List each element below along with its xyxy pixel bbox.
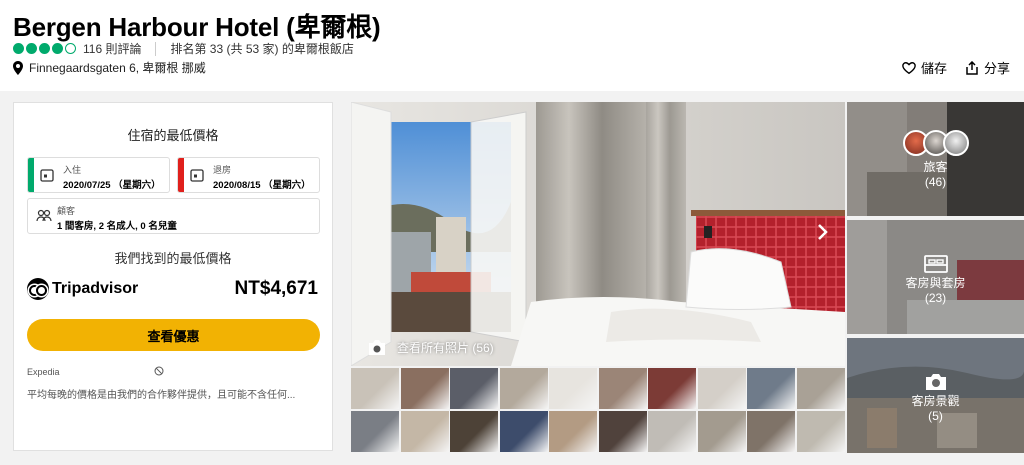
rooms-suites-count: (23) — [924, 291, 947, 305]
photo-thumbnail[interactable] — [796, 411, 845, 452]
rooms-suites-tile[interactable]: 客房與套房 (23) — [847, 220, 1024, 334]
rating-bubble — [39, 43, 50, 54]
checkout-field[interactable]: 退房 2020/08/15 （星期六） — [177, 157, 320, 193]
people-icon — [36, 209, 52, 222]
checkin-label: 入住 — [63, 165, 82, 175]
photo-thumbnail[interactable] — [747, 411, 795, 452]
photo-thumbnail[interactable] — [351, 368, 399, 409]
main-photo[interactable]: 查看所有照片 (56) — [351, 102, 845, 366]
share-icon — [966, 60, 978, 75]
photo-thumbnail[interactable] — [598, 411, 647, 452]
checkout-stripe — [178, 158, 184, 192]
partner-name: Expedia — [27, 367, 60, 377]
calendar-icon — [190, 169, 204, 182]
avatar — [942, 130, 969, 156]
tile-content: 客房景觀 (5) — [847, 372, 1024, 424]
ranking-link[interactable]: 排名第 33 (共 53 家) 的卑爾根飯店 — [170, 40, 353, 57]
photo-thumbnail[interactable] — [648, 368, 696, 409]
bed-icon — [923, 255, 948, 273]
photo-thumbnail[interactable] — [351, 411, 399, 452]
photo-thumbnail[interactable] — [697, 411, 746, 452]
traveler-photos-tile[interactable]: 旅客 (46) — [847, 102, 1024, 216]
traveler-photos-count: (46) — [924, 175, 947, 189]
photo-thumbnail[interactable] — [648, 411, 696, 452]
rating-bubble — [13, 43, 24, 54]
view-deal-button[interactable]: 查看優惠 — [27, 319, 320, 351]
price-value: NT$4,671 — [234, 278, 318, 299]
see-all-photos-button[interactable]: 查看所有照片 (56) — [367, 339, 494, 356]
traveler-photos-label: 旅客 — [923, 160, 948, 174]
checkin-field[interactable]: 入住 2020/07/25 （星期六） — [27, 157, 170, 193]
rating-bubble — [26, 43, 37, 54]
photo-gallery: 查看所有照片 (56) 旅客 (46) 客房與套房 (23) 客房景觀 (5) — [351, 102, 1024, 453]
checkin-stripe — [28, 158, 34, 192]
photo-thumbnail[interactable] — [598, 368, 647, 409]
rating-bubbles[interactable] — [13, 43, 76, 54]
lowest-price-heading: 我們找到的最低價格 — [114, 251, 232, 266]
provider-name: Tripadvisor — [52, 280, 139, 297]
hotel-title: Bergen Harbour Hotel (卑爾根) — [13, 12, 381, 42]
photo-thumbnail[interactable] — [450, 368, 498, 409]
share-button[interactable]: 分享 — [965, 58, 1010, 77]
address-row: Finnegaardsgaten 6, 卑爾根 挪威 — [13, 59, 206, 76]
photo-thumbnail[interactable] — [499, 368, 548, 409]
checkout-value: 2020/08/15 （星期六） — [213, 180, 311, 191]
guests-field[interactable]: 顧客 1 間客房, 2 名成人, 0 名兒童 — [27, 198, 320, 234]
address-link[interactable]: Finnegaardsgaten 6, 卑爾根 挪威 — [29, 59, 206, 76]
heart-icon — [902, 61, 916, 74]
traveler-avatars — [847, 130, 1024, 156]
save-label: 儲存 — [920, 61, 947, 76]
room-views-label: 客房景觀 — [911, 394, 960, 408]
photo-thumbnail[interactable] — [796, 368, 845, 409]
guests-value: 1 間客房, 2 名成人, 0 名兒童 — [57, 221, 177, 232]
tile-content: 客房與套房 (23) — [847, 254, 1024, 306]
calendar-icon — [40, 169, 54, 182]
price-disclaimer: 平均每晚的價格是由我們的合作夥伴提供，且可能不含任何... — [27, 390, 296, 401]
photo-thumbnail[interactable] — [450, 411, 498, 452]
photo-thumbnail[interactable] — [499, 411, 548, 452]
map-pin-icon — [13, 60, 23, 75]
photo-thumbnail[interactable] — [400, 368, 449, 409]
share-label: 分享 — [983, 61, 1010, 76]
checkout-label: 退房 — [213, 165, 232, 175]
photo-thumbnail[interactable] — [747, 368, 795, 409]
save-button[interactable]: 儲存 — [902, 58, 947, 77]
room-views-tile[interactable]: 客房景觀 (5) — [847, 338, 1024, 453]
rating-bubble-empty — [65, 43, 76, 54]
guests-label: 顧客 — [57, 206, 76, 216]
booking-title: 住宿的最低價格 — [127, 128, 219, 143]
hotel-header: Bergen Harbour Hotel (卑爾根) 116 則評論 排名第 3… — [0, 0, 1024, 91]
photo-thumbnail[interactable] — [549, 368, 597, 409]
hotel-room-photo — [351, 102, 845, 366]
tile-content: 旅客 (46) — [847, 130, 1024, 190]
thumbnail-grid — [351, 368, 845, 453]
photo-thumbnail[interactable] — [549, 411, 597, 452]
review-count-link[interactable]: 116 則評論 — [83, 40, 141, 57]
rooms-suites-label: 客房與套房 — [905, 276, 966, 290]
photo-thumbnail[interactable] — [400, 411, 449, 452]
provider-logo: Tripadvisor — [27, 278, 138, 300]
chevron-right-icon[interactable] — [815, 222, 831, 242]
room-views-count: (5) — [928, 409, 943, 423]
header-actions: 儲存 分享 — [902, 58, 1010, 77]
camera-icon — [925, 374, 946, 390]
checkin-value: 2020/07/25 （星期六） — [63, 180, 161, 191]
tripadvisor-owl-icon — [27, 278, 49, 300]
see-all-photos-label: 查看所有照片 (56) — [397, 341, 494, 355]
no-entry-icon[interactable] — [154, 366, 164, 376]
rating-row: 116 則評論 排名第 33 (共 53 家) 的卑爾根飯店 — [13, 40, 354, 57]
photo-thumbnail[interactable] — [697, 368, 746, 409]
rating-bubble — [52, 43, 63, 54]
divider — [155, 41, 157, 56]
camera-icon — [369, 340, 385, 355]
booking-card: 住宿的最低價格 入住 2020/07/25 （星期六） 退房 2020/08/1… — [13, 102, 333, 451]
